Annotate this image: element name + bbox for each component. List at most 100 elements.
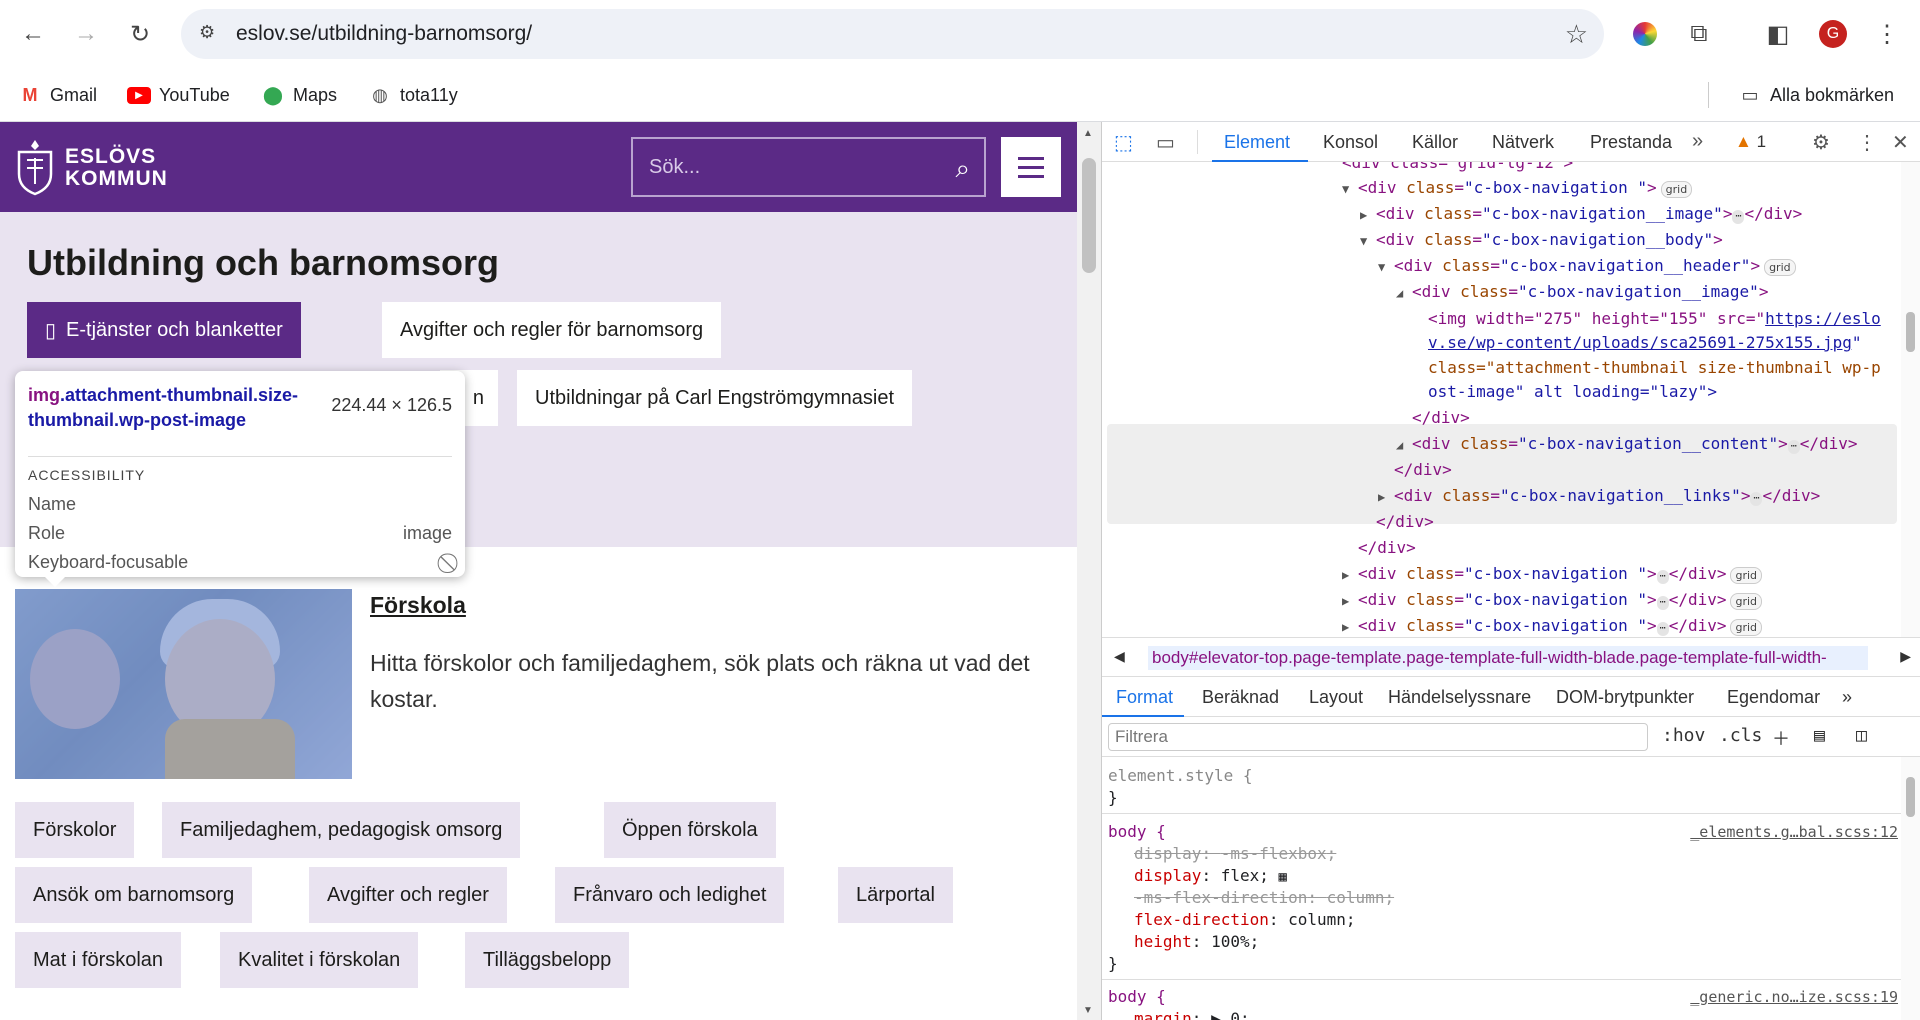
tab-handelselyssnare[interactable]: Händelselyssnare [1388, 687, 1531, 708]
dom-line-img[interactable]: <img width="275" height="155" src="https… [1102, 306, 1902, 332]
carl-engstrom-button[interactable]: Utbildningar på Carl Engströmgymnasiet [517, 370, 913, 426]
tag-franvaro[interactable]: Frånvaro och ledighet [555, 867, 785, 923]
style-declaration[interactable]: display: -ms-flexbox; [1108, 843, 1898, 865]
hov-toggle[interactable]: :hov [1662, 725, 1705, 746]
bookmark-tota11y[interactable]: ◍ tota11y [368, 80, 458, 110]
styles-scroll-thumb[interactable] [1906, 777, 1915, 817]
reload-button[interactable]: ↻ [122, 16, 158, 52]
new-rule-icon[interactable]: ＋ [1772, 725, 1790, 751]
dom-line[interactable]: <div class="grid-lg-12"> [1102, 162, 1902, 176]
site-search-input[interactable]: Sök... ⌕ [631, 137, 986, 197]
tab-dom-brytpunkter[interactable]: DOM-brytpunkter [1556, 687, 1694, 708]
style-declaration[interactable]: flex-direction: column; [1108, 909, 1898, 931]
style-declaration[interactable]: height: 100%; [1108, 931, 1898, 953]
color-extension-icon[interactable] [1627, 16, 1663, 52]
site-info-icon[interactable]: ⚙ [199, 22, 215, 43]
breadcrumb[interactable]: body#elevator-top.page-template.page-tem… [1148, 646, 1868, 670]
back-button[interactable]: ← [15, 16, 51, 52]
issues-warning-icon[interactable]: ▲ 1 [1735, 132, 1766, 152]
bookmark-youtube[interactable]: ▶ YouTube [127, 80, 230, 110]
breadcrumb-left-arrow-icon[interactable]: ◀ [1114, 648, 1125, 665]
style-declaration[interactable]: -ms-flex-direction: column; [1108, 887, 1898, 909]
styles-scrollbar[interactable] [1901, 757, 1920, 1020]
dom-line[interactable]: ▶ <div class="c-box-navigation__links"> ⋯ <… [1102, 483, 1902, 509]
tab-prestanda[interactable]: Prestanda [1590, 132, 1672, 153]
tag-mat[interactable]: Mat i förskolan [15, 932, 182, 988]
tag-tillaggsbelopp[interactable]: Tilläggsbelopp [465, 932, 630, 988]
dom-line[interactable]: </div> [1102, 535, 1902, 561]
tab-beraknad[interactable]: Beräknad [1202, 687, 1279, 708]
dom-scroll-thumb[interactable] [1906, 312, 1915, 352]
page-scrollbar[interactable]: ▲ ▼ [1077, 122, 1101, 1020]
dom-scrollbar[interactable] [1901, 162, 1920, 637]
dom-line[interactable]: ▼ <div class="c-box-navigation "> grid [1102, 175, 1902, 201]
side-panel-icon[interactable]: ◧ [1760, 16, 1796, 52]
tab-konsol[interactable]: Konsol [1323, 132, 1378, 153]
tag-forskolor[interactable]: Förskolor [15, 802, 135, 858]
dom-line-img[interactable]: ost-image" alt loading="lazy"> [1102, 379, 1902, 405]
cls-toggle[interactable]: .cls [1719, 725, 1762, 746]
settings-gear-icon[interactable]: ⚙ [1812, 130, 1830, 155]
extensions-icon[interactable]: ⧉ [1681, 16, 1717, 52]
site-logo[interactable]: ESLÖVS KOMMUN [15, 138, 175, 198]
toggle-sidebar-icon[interactable]: ◫ [1856, 725, 1867, 746]
close-devtools-icon[interactable]: ✕ [1892, 130, 1909, 155]
dom-line[interactable]: </div> [1102, 457, 1902, 483]
style-rule-selector[interactable]: element.style { [1108, 765, 1898, 787]
dom-line[interactable]: ▼ <div class="c-box-navigation__body"> [1102, 227, 1902, 253]
style-rule-selector[interactable]: body {_elements.g…bal.scss:12 [1108, 821, 1898, 843]
dom-line[interactable]: ▶ <div class="c-box-navigation__image"> ⋯ <… [1102, 201, 1902, 227]
bookmark-star-icon[interactable]: ☆ [1565, 19, 1588, 50]
style-declaration[interactable]: display: flex; ▦ [1108, 865, 1898, 887]
more-tabs-icon[interactable]: » [1692, 130, 1703, 153]
forskola-link[interactable]: Förskola [370, 592, 466, 619]
dom-line[interactable]: ▶ <div class="c-box-navigation "> ⋯ </div> g… [1102, 613, 1902, 637]
dom-line[interactable]: ▶ <div class="c-box-navigation "> ⋯ </div> g… [1102, 561, 1902, 587]
address-bar[interactable]: ⚙ eslov.se/utbildning-barnomsorg/ ☆ [181, 9, 1604, 59]
search-icon[interactable]: ⌕ [955, 153, 970, 185]
more-menu-icon[interactable]: ⋮ [1869, 16, 1905, 52]
tag-familjedaghem[interactable]: Familjedaghem, pedagogisk omsorg [162, 802, 521, 858]
tab-element[interactable]: Element [1224, 132, 1290, 153]
url-text[interactable]: eslov.se/utbildning-barnomsorg/ [236, 22, 532, 46]
style-declaration[interactable]: margin: ▶ 0; [1108, 1008, 1898, 1020]
dom-line-img[interactable]: class="attachment-thumbnail size-thumbna… [1102, 355, 1902, 381]
tag-larportal[interactable]: Lärportal [838, 867, 953, 923]
tab-format[interactable]: Format [1116, 687, 1173, 708]
fees-rules-button[interactable]: Avgifter och regler för barnomsorg [382, 302, 722, 358]
tag-oppen-forskola[interactable]: Öppen förskola [604, 802, 776, 858]
dom-line[interactable]: </div> [1102, 509, 1902, 535]
dom-line[interactable]: </div> [1102, 405, 1902, 431]
bookmark-gmail[interactable]: M Gmail [18, 80, 98, 110]
paint-brush-icon[interactable]: ▤ [1814, 725, 1825, 746]
avatar[interactable]: G [1815, 16, 1851, 52]
dom-line[interactable]: ▼ <div class="c-box-navigation__header"> g… [1102, 253, 1902, 279]
bookmark-maps[interactable]: ⬤ Maps [261, 80, 337, 110]
styles-filter-input[interactable]: Filtrera [1108, 723, 1648, 751]
tag-kvalitet[interactable]: Kvalitet i förskolan [220, 932, 419, 988]
tab-kallor[interactable]: Källor [1412, 132, 1458, 153]
scroll-up-icon[interactable]: ▲ [1083, 128, 1093, 139]
inspect-element-icon[interactable]: ⬚ [1114, 130, 1133, 155]
tab-natverk[interactable]: Nätverk [1492, 132, 1554, 153]
forward-button[interactable]: → [68, 16, 104, 52]
dom-line-img[interactable]: v.se/wp-content/uploads/sca25691-275x155… [1102, 330, 1902, 356]
scroll-down-icon[interactable]: ▼ [1083, 1005, 1093, 1016]
device-toolbar-icon[interactable]: ▭ [1156, 130, 1175, 155]
tab-egendomar[interactable]: Egendomar [1727, 687, 1820, 708]
tab-layout[interactable]: Layout [1309, 687, 1363, 708]
tag-avgifter[interactable]: Avgifter och regler [309, 867, 507, 923]
tag-ansok[interactable]: Ansök om barnomsorg [15, 867, 253, 923]
e-services-button[interactable]: ▯ E-tjänster och blanketter [27, 302, 301, 358]
devtools-menu-icon[interactable]: ⋮ [1857, 130, 1877, 155]
dom-line[interactable]: ◢ <div class="c-box-navigation__content">… [1102, 431, 1902, 457]
scroll-thumb[interactable] [1082, 158, 1096, 273]
more-style-tabs-icon[interactable]: » [1842, 687, 1852, 708]
hamburger-menu-button[interactable] [1001, 137, 1061, 197]
all-bookmarks[interactable]: ▭ Alla bokmärken [1738, 80, 1894, 110]
dom-line[interactable]: ◢ <div class="c-box-navigation__image"> [1102, 279, 1902, 305]
style-rule-selector[interactable]: body {_generic.no…ize.scss:19 [1108, 986, 1898, 1008]
breadcrumb-right-arrow-icon[interactable]: ▶ [1900, 648, 1911, 665]
dom-line[interactable]: ▶ <div class="c-box-navigation "> ⋯ </div> g… [1102, 587, 1902, 613]
inspect-highlight-overlay [15, 589, 352, 779]
